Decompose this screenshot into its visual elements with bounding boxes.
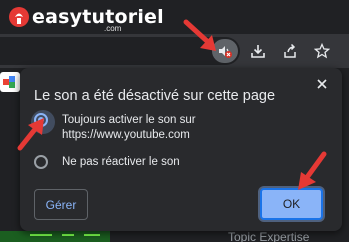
radio-keep-muted[interactable]	[34, 155, 48, 169]
download-icon[interactable]	[248, 41, 268, 61]
tab-strip: easytutoriel .com	[0, 0, 349, 34]
star-icon[interactable]	[312, 41, 332, 61]
site-favicon-icon	[0, 72, 20, 92]
option-always-allow[interactable]: Toujours activer le son sur https://www.…	[31, 110, 287, 143]
watermark-logo: easytutoriel	[8, 4, 164, 30]
logo-icon	[9, 7, 29, 27]
option-keep-muted-label: Ne pas réactiver le son	[62, 156, 180, 168]
logo-subtext: .com	[104, 24, 122, 33]
background-heading: Topic Expertise	[228, 230, 310, 242]
background-thumbnail	[0, 231, 110, 242]
annotation-arrow-icon	[183, 19, 216, 51]
close-icon[interactable]	[312, 74, 332, 94]
annotation-arrow-icon	[298, 151, 327, 190]
popup-title: Le son a été désactivé sur cette page	[34, 88, 276, 104]
option-keep-muted[interactable]: Ne pas réactiver le son	[34, 155, 180, 170]
share-icon[interactable]	[280, 41, 300, 61]
annotation-arrow-icon	[17, 118, 44, 151]
option-always-allow-label: Toujours activer le son sur https://www.…	[62, 114, 196, 141]
logo-text: easytutoriel	[32, 6, 164, 28]
manage-button[interactable]: Gérer	[34, 189, 88, 220]
browser-toolbar	[0, 34, 349, 68]
